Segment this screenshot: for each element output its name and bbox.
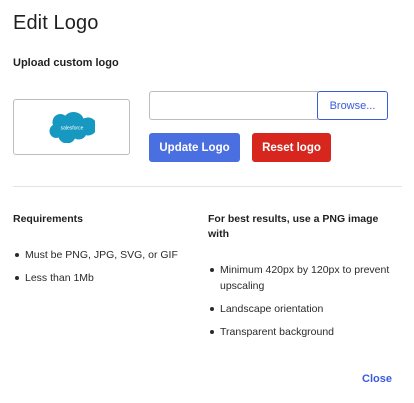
requirements-heading: Requirements bbox=[13, 213, 84, 225]
update-logo-button[interactable]: Update Logo bbox=[149, 133, 240, 162]
requirements-list: Must be PNG, JPG, SVG, or GIF Less than … bbox=[13, 247, 198, 293]
list-item: Landscape orientation bbox=[208, 301, 398, 317]
reset-logo-button[interactable]: Reset logo bbox=[252, 133, 331, 162]
section-divider bbox=[13, 186, 402, 187]
logo-preview: salesforce bbox=[13, 99, 130, 155]
dialog-title: Edit Logo bbox=[13, 12, 99, 34]
best-results-heading: For best results, use a PNG image with bbox=[208, 213, 379, 240]
salesforce-logo-text: salesforce bbox=[60, 126, 83, 132]
list-item: Must be PNG, JPG, SVG, or GIF bbox=[13, 247, 198, 263]
file-path-input[interactable] bbox=[149, 91, 318, 120]
browse-button[interactable]: Browse... bbox=[317, 91, 388, 120]
list-item: Less than 1Mb bbox=[13, 270, 198, 286]
upload-subtitle: Upload custom logo bbox=[13, 57, 119, 69]
best-results-list: Minimum 420px by 120px to prevent upscal… bbox=[208, 262, 398, 347]
list-item: Minimum 420px by 120px to prevent upscal… bbox=[208, 262, 398, 294]
close-button[interactable]: Close bbox=[362, 373, 392, 385]
list-item: Transparent background bbox=[208, 324, 398, 340]
salesforce-logo: salesforce bbox=[49, 112, 95, 143]
